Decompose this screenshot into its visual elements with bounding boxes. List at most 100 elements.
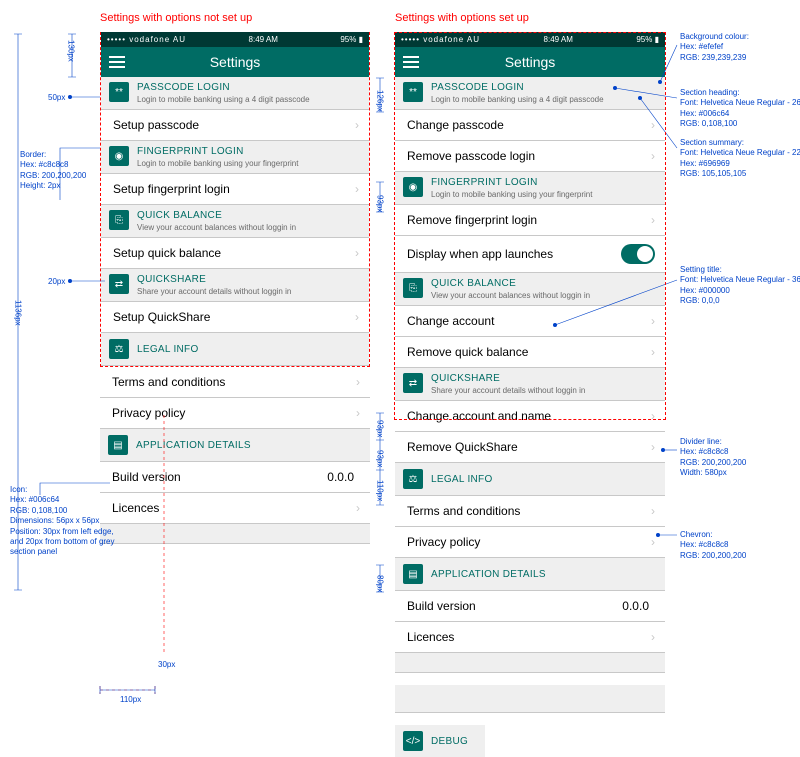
left-title: Settings with options not set up	[100, 12, 252, 24]
row-setup-fingerprint[interactable]: Setup fingerprint login›	[101, 174, 369, 205]
right-title: Settings with options set up	[395, 12, 529, 24]
section-appdetails: ▤ APPLICATION DETAILS	[100, 429, 370, 462]
m-30: 30px	[158, 660, 175, 670]
section-fingerprint: ◉ FINGERPRINT LOGIN Login to mobile bank…	[101, 141, 369, 174]
legal-icon: ⚖	[403, 469, 423, 489]
section-heading: QUICKSHARE	[431, 373, 585, 384]
status-time: 8:49 AM	[249, 35, 278, 44]
spacer	[395, 653, 665, 673]
status-time: 8:49 AM	[544, 35, 573, 44]
section-heading: LEGAL INFO	[431, 474, 493, 485]
row-build: Build version 0.0.0	[395, 591, 665, 622]
row-change-passcode[interactable]: Change passcode›	[395, 110, 665, 141]
quickshare-icon: ⇄	[109, 274, 129, 294]
toggle-on-icon[interactable]	[621, 244, 655, 264]
row-build: Build version 0.0.0	[100, 462, 370, 493]
row-remove-quickbalance[interactable]: Remove quick balance›	[395, 337, 665, 368]
status-battery: 95% ▮	[340, 35, 363, 44]
row-privacy[interactable]: Privacy policy›	[100, 398, 370, 429]
m-110: 110px	[120, 695, 141, 705]
spacer	[395, 685, 665, 713]
nav-title: Settings	[101, 54, 369, 70]
appdetails-icon: ▤	[403, 564, 423, 584]
status-battery: 95% ▮	[636, 35, 659, 44]
section-legal: ⚖ LEGAL INFO	[101, 333, 369, 366]
annot-divider: Divider line: Hex: #c8c8c8 RGB: 200,200,…	[680, 437, 746, 479]
section-summary: Login to mobile banking using a 4 digit …	[137, 95, 310, 104]
chevron-right-icon: ›	[356, 501, 360, 515]
chevron-right-icon: ›	[355, 246, 359, 260]
section-heading: PASSCODE LOGIN	[431, 82, 604, 93]
row-setup-passcode[interactable]: Setup passcode›	[101, 110, 369, 141]
m-126: 126px	[374, 90, 384, 112]
row-display-launch[interactable]: Display when app launches	[395, 236, 665, 273]
chevron-right-icon: ›	[355, 118, 359, 132]
chevron-right-icon: ›	[651, 504, 655, 518]
row-terms[interactable]: Terms and conditions›	[395, 496, 665, 527]
row-remove-fingerprint[interactable]: Remove fingerprint login›	[395, 205, 665, 236]
chevron-right-icon: ›	[355, 310, 359, 324]
quickbalance-icon: ⎘	[403, 278, 423, 298]
section-quickbalance: ⎘ QUICK BALANCE View your account balanc…	[101, 205, 369, 238]
row-change-account-name[interactable]: Change account and name›	[395, 401, 665, 432]
appdetails-icon: ▤	[108, 435, 128, 455]
section-heading: QUICK BALANCE	[431, 278, 590, 289]
section-passcode: ** PASSCODE LOGIN Login to mobile bankin…	[101, 77, 369, 110]
row-setup-quickbalance[interactable]: Setup quick balance›	[101, 238, 369, 269]
chevron-right-icon: ›	[651, 149, 655, 163]
chevron-right-icon: ›	[355, 182, 359, 196]
annot-bg: Background colour: Hex: #efefef RGB: 239…	[680, 32, 749, 63]
row-change-account[interactable]: Change account›	[395, 306, 665, 337]
row-privacy[interactable]: Privacy policy›	[395, 527, 665, 558]
annot-setting-title: Setting title: Font: Helvetica Neue Regu…	[680, 265, 800, 307]
fingerprint-icon: ◉	[109, 146, 129, 166]
nav-title: Settings	[395, 54, 665, 70]
section-quickshare: ⇄ QUICKSHARE Share your account details …	[395, 368, 665, 401]
m-50: 50px	[48, 93, 65, 103]
row-remove-passcode[interactable]: Remove passcode login›	[395, 141, 665, 172]
debug-icon: </>	[403, 731, 423, 751]
passcode-icon: **	[403, 82, 423, 102]
section-summary: Login to mobile banking using a 4 digit …	[431, 95, 604, 104]
section-summary: Share your account details without loggi…	[137, 287, 291, 296]
status-bar: ••••• vodafone AU 8:49 AM 95% ▮	[395, 32, 665, 47]
section-heading: DEBUG	[431, 736, 468, 747]
m-93a: 93px	[374, 420, 384, 437]
nav-bar: Settings	[101, 47, 369, 77]
row-licences[interactable]: Licences›	[100, 493, 370, 524]
chevron-right-icon: ›	[651, 118, 655, 132]
m-130: 130px	[65, 40, 75, 62]
device-left: ••••• vodafone AU 8:49 AM 95% ▮ Settings…	[100, 32, 370, 544]
section-passcode: ** PASSCODE LOGIN Login to mobile bankin…	[395, 77, 665, 110]
phone-frame: ••••• vodafone AU 8:49 AM 95% ▮ Settings…	[100, 32, 370, 367]
chevron-right-icon: ›	[651, 440, 655, 454]
m-20: 20px	[48, 277, 65, 287]
m-1136: 1136px	[12, 300, 22, 326]
section-appdetails: ▤ APPLICATION DETAILS	[395, 558, 665, 591]
section-debug: </> DEBUG	[395, 725, 485, 757]
phone-frame: ••••• vodafone AU 8:49 AM 95% ▮ Settings…	[395, 32, 665, 401]
section-heading: QUICKSHARE	[137, 274, 291, 285]
status-bar: ••••• vodafone AU 8:49 AM 95% ▮	[101, 32, 369, 47]
legal-icon: ⚖	[109, 339, 129, 359]
section-heading: QUICK BALANCE	[137, 210, 296, 221]
m-80: 80px	[374, 575, 384, 592]
row-terms[interactable]: Terms and conditions›	[100, 367, 370, 398]
chevron-right-icon: ›	[651, 409, 655, 423]
chevron-right-icon: ›	[651, 314, 655, 328]
section-summary: View your account balances without loggi…	[137, 223, 296, 232]
section-summary: Login to mobile banking using your finge…	[137, 159, 298, 168]
section-heading: PASSCODE LOGIN	[137, 82, 310, 93]
section-legal: ⚖ LEGAL INFO	[395, 463, 665, 496]
section-summary: View your account balances without loggi…	[431, 291, 590, 300]
signal-dots-icon: ••••• vodafone AU	[107, 35, 186, 44]
fingerprint-icon: ◉	[403, 177, 423, 197]
row-licences[interactable]: Licences›	[395, 622, 665, 653]
section-heading: APPLICATION DETAILS	[136, 440, 251, 451]
section-summary: Login to mobile banking using your finge…	[431, 190, 592, 199]
row-setup-quickshare[interactable]: Setup QuickShare›	[101, 302, 369, 333]
m-93: 93px	[374, 195, 384, 212]
annot-border: Border: Hex: #c8c8c8 RGB: 200,200,200 He…	[20, 150, 86, 192]
m-93b: 93px	[374, 450, 384, 467]
row-remove-quickshare[interactable]: Remove QuickShare›	[395, 432, 665, 463]
